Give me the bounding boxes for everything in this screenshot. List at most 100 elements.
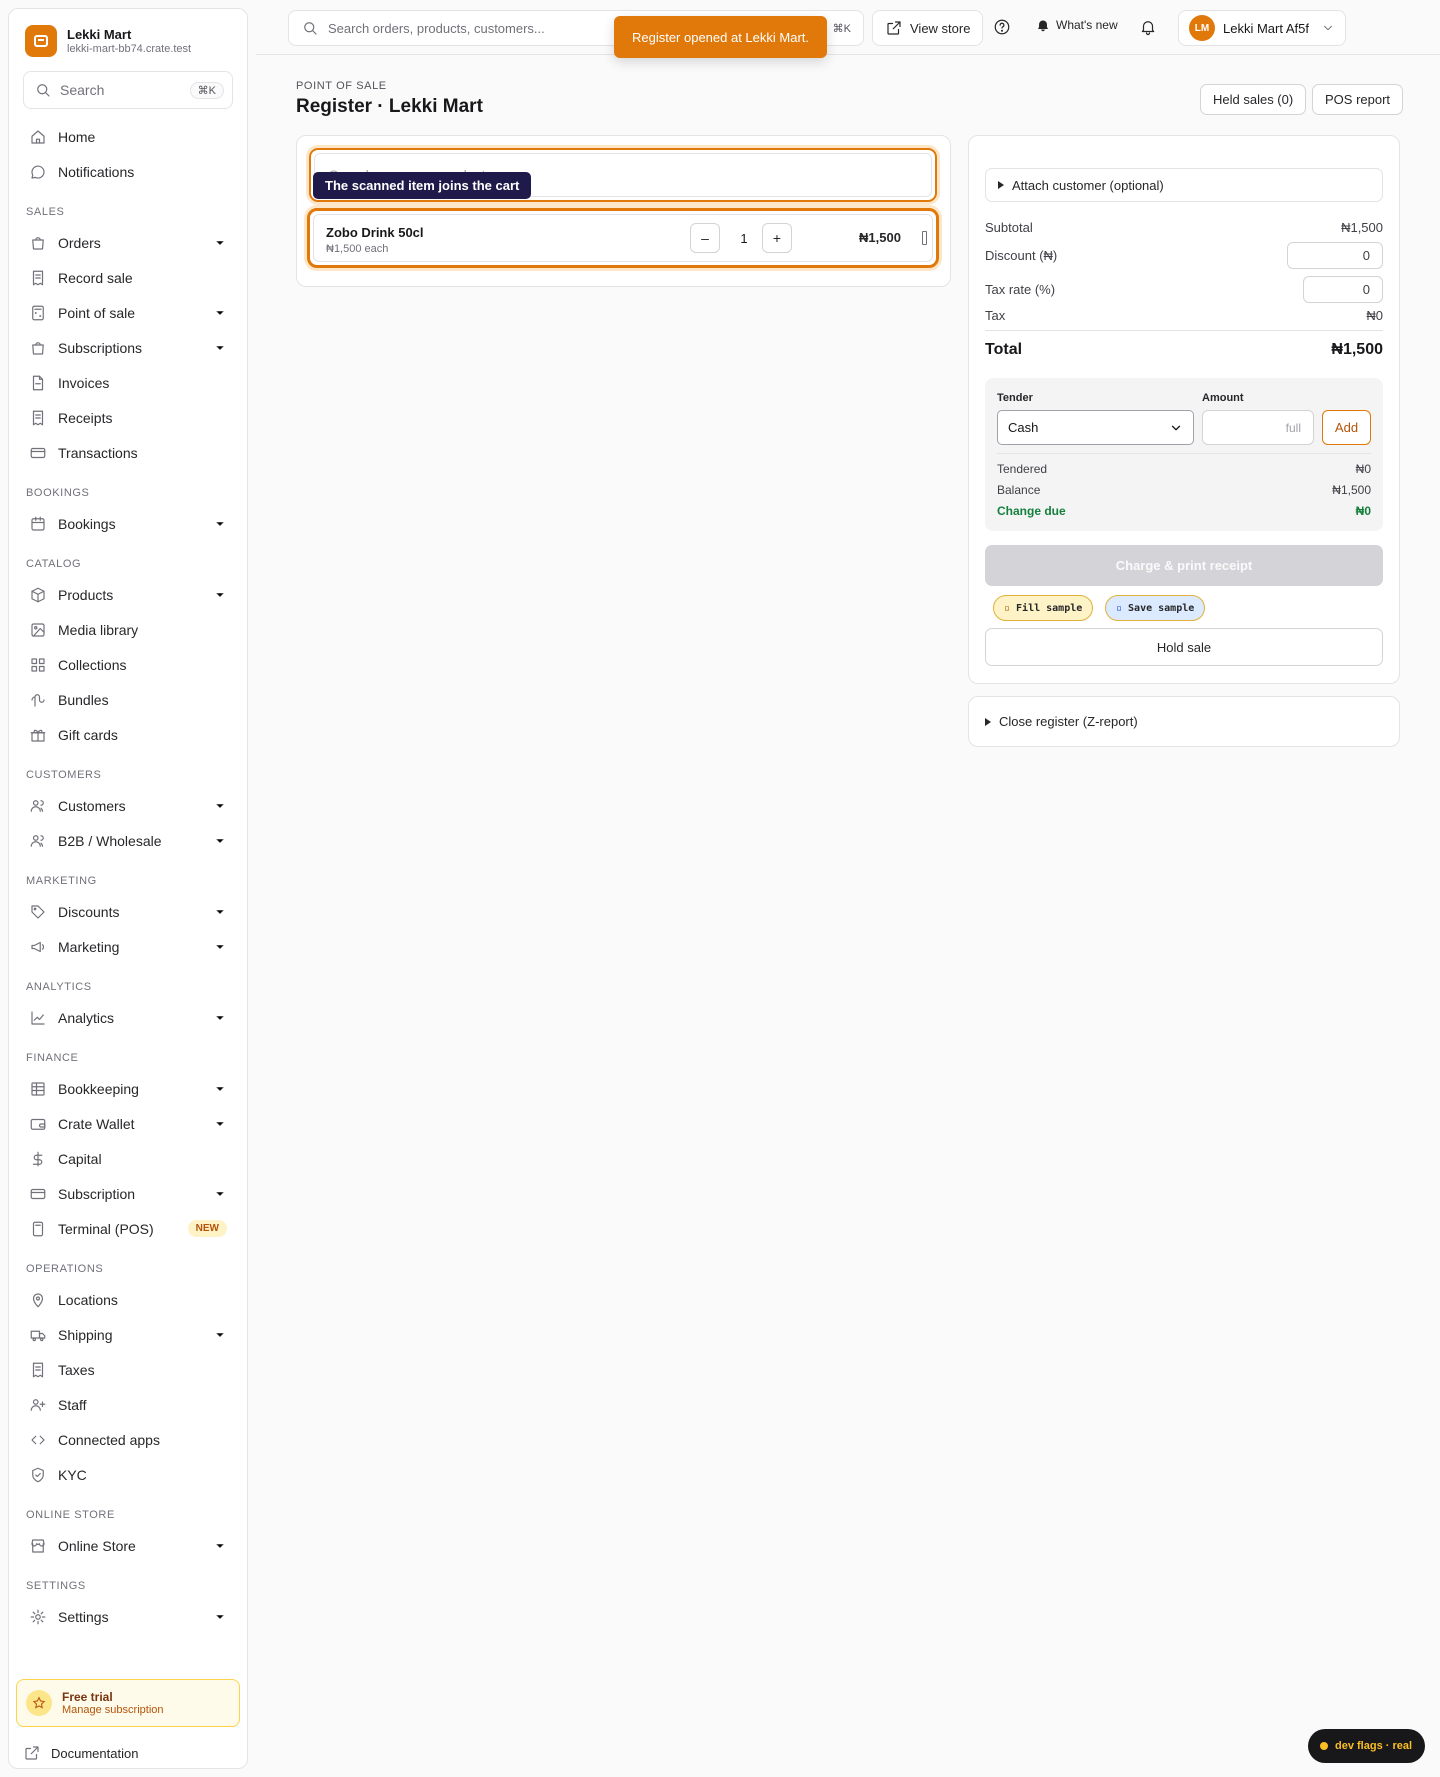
chevron-down-icon[interactable] — [213, 905, 227, 919]
chevron-down-icon[interactable] — [213, 1187, 227, 1201]
chevron-down-icon[interactable] — [213, 799, 227, 813]
chevron-down-icon[interactable] — [213, 588, 227, 602]
chevron-down-icon[interactable] — [213, 1082, 227, 1096]
free-trial-card[interactable]: Free trial Manage subscription — [16, 1679, 240, 1727]
chevron-down-icon[interactable] — [213, 236, 227, 250]
sidebar-item-crate-wallet[interactable]: Crate Wallet — [23, 1106, 233, 1141]
sidebar-item-media-library[interactable]: Media library — [23, 612, 233, 647]
tax-rate-input[interactable]: 0 — [1303, 276, 1383, 303]
chevron-down-icon[interactable] — [213, 1328, 227, 1342]
sidebar-section-heading: ONLINE STORE — [26, 1509, 115, 1521]
change-due-value: ₦0 — [1355, 504, 1371, 518]
dev-flags-label: dev flags · real — [1335, 1740, 1413, 1752]
subtotal-value: ₦1,500 — [1341, 220, 1383, 235]
sidebar-item-online-store[interactable]: Online Store — [23, 1528, 233, 1563]
sidebar-item-analytics[interactable]: Analytics — [23, 1000, 233, 1035]
amount-input[interactable]: full — [1202, 410, 1314, 445]
save-sample-button[interactable]: ▫ Save sample — [1105, 595, 1206, 621]
sidebar-item-notifications[interactable]: Notifications — [23, 154, 233, 189]
sidebar-item-label: Online Store — [58, 1537, 136, 1554]
sidebar-item-capital[interactable]: Capital — [23, 1141, 233, 1176]
sidebar-item-subscription[interactable]: Subscription — [23, 1176, 233, 1211]
sidebar-item-marketing[interactable]: Marketing — [23, 929, 233, 964]
sidebar-item-label: Subscription — [58, 1185, 136, 1202]
store-logo-icon — [25, 25, 57, 57]
sidebar-item-locations[interactable]: Locations — [23, 1282, 233, 1317]
sidebar-item-b2b-wholesale[interactable]: B2B / Wholesale — [23, 823, 233, 858]
sidebar-item-bookings[interactable]: Bookings — [23, 506, 233, 541]
remove-item-icon[interactable] — [922, 231, 927, 245]
discount-input[interactable]: 0 — [1287, 242, 1383, 269]
close-register-toggle[interactable]: Close register (Z-report) — [968, 696, 1400, 747]
charge-print-receipt-button[interactable]: Charge & print receipt — [985, 545, 1383, 586]
sidebar-item-products[interactable]: Products — [23, 577, 233, 612]
sidebar-item-label: Collections — [58, 656, 127, 673]
fill-sample-button[interactable]: ▫ Fill sample — [993, 595, 1094, 621]
sidebar-item-subscriptions[interactable]: Subscriptions — [23, 330, 233, 365]
tax-label: Tax — [985, 308, 1006, 323]
external-link-icon — [885, 19, 903, 37]
sidebar-item-transactions[interactable]: Transactions — [23, 435, 233, 470]
sidebar-item-receipts[interactable]: Receipts — [23, 400, 233, 435]
sidebar-item-invoices[interactable]: Invoices — [23, 365, 233, 400]
bell-filled-icon — [1036, 18, 1050, 32]
line-item-unit-price: ₦1,500 each — [326, 243, 389, 255]
shield-icon — [29, 1466, 47, 1484]
sidebar-item-discounts[interactable]: Discounts — [23, 894, 233, 929]
sidebar-item-taxes[interactable]: Taxes — [23, 1352, 233, 1387]
sidebar-item-label: Discounts — [58, 903, 120, 920]
sidebar-item-collections[interactable]: Collections — [23, 647, 233, 682]
view-store-button[interactable]: View store — [872, 10, 984, 46]
sidebar-item-staff[interactable]: Staff — [23, 1387, 233, 1422]
hold-sale-button[interactable]: Hold sale — [985, 628, 1383, 666]
chevron-down-icon[interactable] — [213, 517, 227, 531]
checkout-panel: Attach customer (optional) Subtotal ₦1,5… — [968, 135, 1400, 684]
account-menu[interactable]: LM Lekki Mart Af5f — [1178, 10, 1346, 46]
held-sales-button[interactable]: Held sales (0) — [1200, 84, 1307, 115]
sample-dot-icon: ▫ — [1004, 602, 1011, 614]
chevron-down-icon[interactable] — [213, 834, 227, 848]
chevron-down-icon[interactable] — [213, 1539, 227, 1553]
sidebar-item-settings[interactable]: Settings — [23, 1599, 233, 1634]
decrease-quantity-button[interactable]: – — [690, 223, 720, 253]
whats-new-button[interactable]: What's new — [1036, 18, 1118, 32]
sidebar-item-label: Terminal (POS) — [58, 1220, 154, 1237]
sidebar-item-label: Connected apps — [58, 1431, 160, 1448]
sidebar-item-customers[interactable]: Customers — [23, 788, 233, 823]
sidebar-item-gift-cards[interactable]: Gift cards — [23, 717, 233, 752]
chevron-down-icon[interactable] — [213, 1610, 227, 1624]
tender-label: Tender — [997, 392, 1033, 404]
sidebar-item-record-sale[interactable]: Record sale — [23, 260, 233, 295]
sidebar-item-orders[interactable]: Orders — [23, 225, 233, 260]
attach-customer-toggle[interactable]: Attach customer (optional) — [985, 168, 1383, 202]
sidebar-item-bookkeeping[interactable]: Bookkeeping — [23, 1071, 233, 1106]
sidebar-item-bundles[interactable]: Bundles — [23, 682, 233, 717]
sidebar-item-terminal-pos[interactable]: Terminal (POS) NEW — [23, 1211, 233, 1246]
increase-quantity-button[interactable]: + — [762, 223, 792, 253]
sidebar-item-home[interactable]: Home — [23, 119, 233, 154]
help-icon[interactable] — [993, 18, 1011, 36]
sidebar-item-shipping[interactable]: Shipping — [23, 1317, 233, 1352]
sidebar-item-kyc[interactable]: KYC — [23, 1457, 233, 1492]
chevron-down-icon[interactable] — [213, 1011, 227, 1025]
chevron-down-icon[interactable] — [213, 341, 227, 355]
sidebar-item-connected-apps[interactable]: Connected apps — [23, 1422, 233, 1457]
notifications-bell-icon[interactable] — [1139, 18, 1157, 36]
sidebar-item-point-of-sale[interactable]: Point of sale — [23, 295, 233, 330]
documentation-link[interactable]: Documentation — [23, 1744, 138, 1762]
chevron-down-icon[interactable] — [213, 940, 227, 954]
dev-flags-badge[interactable]: dev flags · real — [1308, 1729, 1425, 1763]
chevron-down-icon[interactable] — [213, 1117, 227, 1131]
chevron-down-icon[interactable] — [213, 306, 227, 320]
manage-subscription-link[interactable]: Manage subscription — [62, 1704, 164, 1716]
sidebar-section-heading: MARKETING — [26, 875, 97, 887]
add-tender-button[interactable]: Add — [1322, 410, 1371, 445]
sidebar-nav: Home Notifications SALES Orders Record sale P… — [23, 119, 233, 1634]
sidebar-search[interactable]: Search ⌘K — [23, 71, 233, 109]
pos-report-button[interactable]: POS report — [1312, 84, 1404, 115]
toast-notification: Register opened at Lekki Mart. — [614, 16, 827, 58]
store-brand[interactable]: Lekki Mart lekki-mart-bb74.crate.test — [23, 23, 233, 57]
chevron-down-icon — [1321, 21, 1335, 35]
home-icon — [29, 128, 47, 146]
tender-select[interactable]: Cash — [997, 410, 1194, 445]
